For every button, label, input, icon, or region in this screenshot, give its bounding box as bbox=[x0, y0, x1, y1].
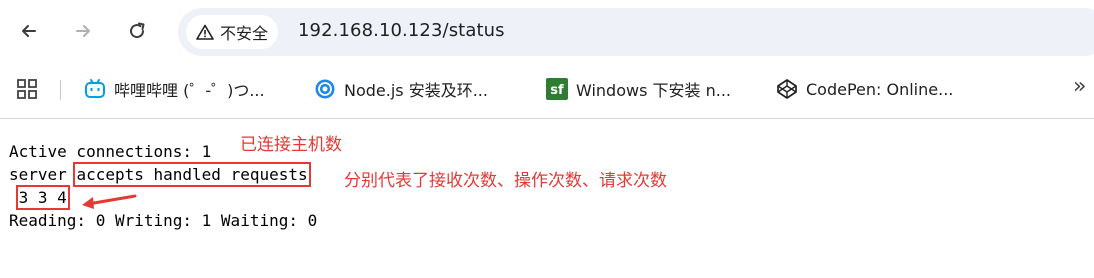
bookmark-label: Node.js 安装及环... bbox=[344, 81, 488, 100]
browser-toolbar: 不安全 192.168.10.123/status bbox=[0, 0, 1094, 64]
bookmark-label: Windows 下安装 n... bbox=[576, 81, 731, 100]
address-bar[interactable]: 不安全 192.168.10.123/status bbox=[178, 8, 1094, 56]
bookmarks-bar: 哔哩哔哩 (゜-゜)つ... Node.js 安装及环... sf Window… bbox=[0, 64, 1094, 114]
arrow-left-icon bbox=[22, 25, 36, 37]
reload-icon bbox=[130, 22, 145, 39]
back-button[interactable] bbox=[12, 14, 46, 48]
site-icon bbox=[315, 79, 335, 99]
sf-icon: sf bbox=[546, 78, 568, 100]
counters-values-line: 3 3 4 bbox=[9, 185, 70, 210]
svg-text:sf: sf bbox=[550, 83, 564, 98]
server-label: server bbox=[9, 165, 77, 184]
bookmark-nodejs[interactable]: Node.js 安装及环... bbox=[314, 76, 488, 102]
apps-grid-icon[interactable] bbox=[16, 78, 38, 100]
reading-writing-line: Reading: 0 Writing: 1 Waiting: 0 bbox=[9, 211, 318, 230]
annotation-arrow bbox=[82, 194, 137, 209]
chevron-double-right-icon[interactable]: » bbox=[1073, 74, 1086, 99]
security-label: 不安全 bbox=[220, 24, 269, 43]
bilibili-icon bbox=[85, 79, 105, 98]
forward-button[interactable] bbox=[66, 14, 100, 48]
server-header-line: server accepts handled requests bbox=[9, 162, 311, 187]
annotation-connected-hosts: 已连接主机数 bbox=[240, 135, 342, 155]
active-connections-line: Active connections: 1 bbox=[9, 142, 212, 161]
codepen-icon bbox=[777, 79, 797, 99]
annotation-meaning: 分别代表了接收次数、操作次数、请求次数 bbox=[344, 171, 667, 191]
url-text[interactable]: 192.168.10.123/status bbox=[298, 20, 505, 41]
bookmarks-separator bbox=[60, 80, 61, 100]
bookmark-windows[interactable]: sf Windows 下安装 n... bbox=[546, 76, 731, 102]
arrow-right-icon bbox=[76, 25, 90, 37]
toolbar-divider bbox=[0, 118, 1094, 119]
reload-button[interactable] bbox=[120, 14, 154, 48]
counters-values: 3 3 4 bbox=[15, 185, 70, 210]
bookmark-bilibili[interactable]: 哔哩哔哩 (゜-゜)つ... bbox=[84, 76, 265, 102]
bookmark-label: CodePen: Online... bbox=[806, 79, 954, 99]
bookmark-codepen[interactable]: CodePen: Online... bbox=[776, 76, 953, 102]
warning-icon bbox=[196, 24, 214, 40]
bookmark-label: 哔哩哔哩 (゜-゜)つ... bbox=[114, 81, 265, 100]
security-chip[interactable]: 不安全 bbox=[186, 15, 279, 49]
counters-header: accepts handled requests bbox=[73, 162, 311, 187]
